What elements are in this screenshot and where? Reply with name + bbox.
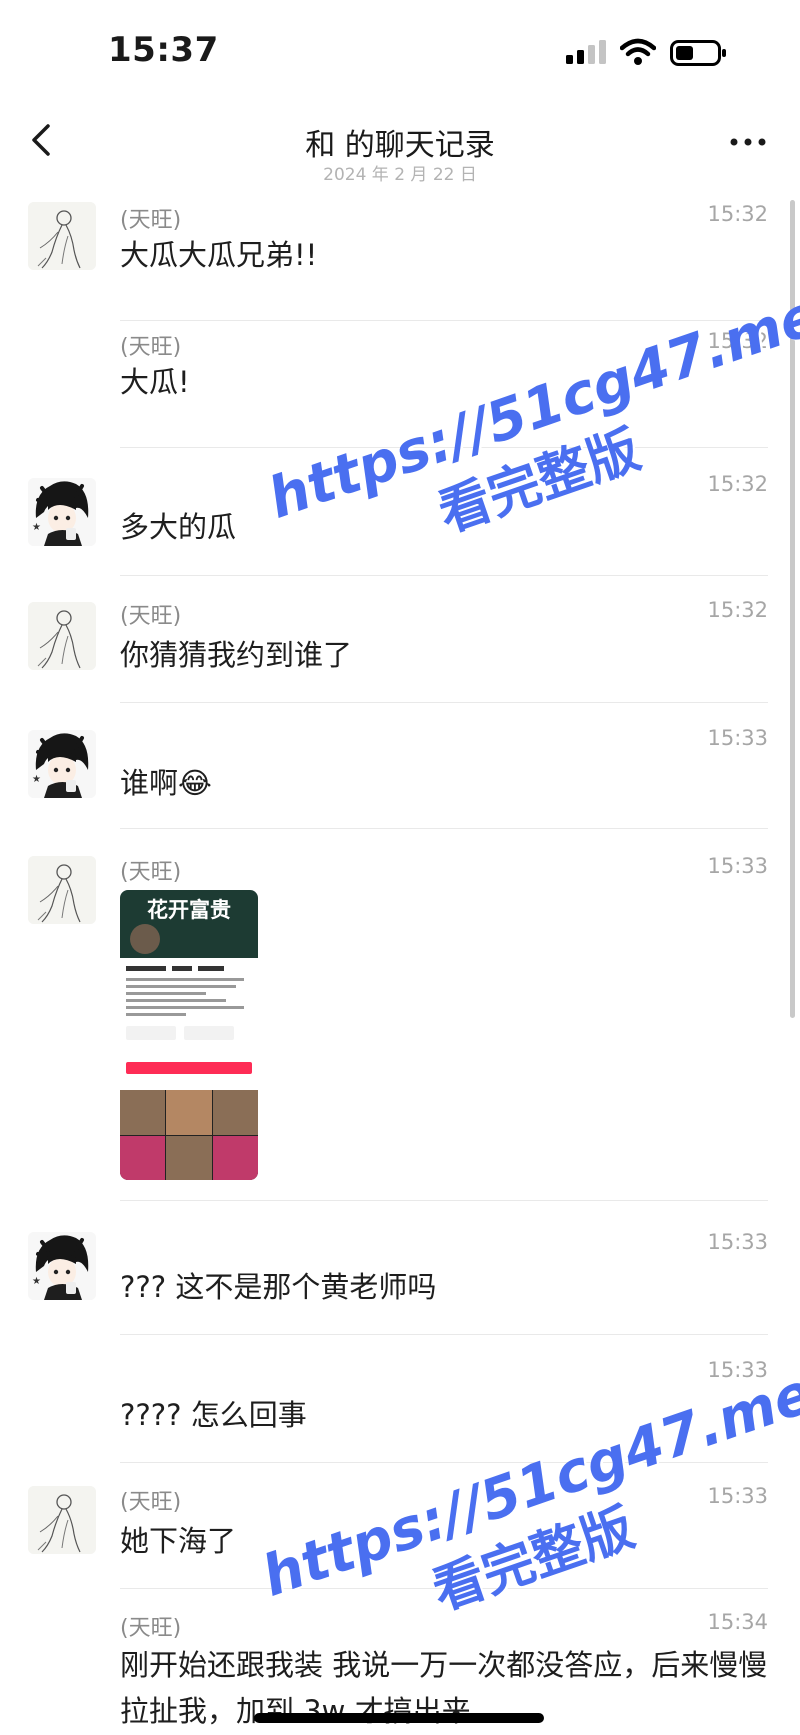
divider [120,1588,768,1589]
message-time: 15:32 [707,472,768,496]
message-item: (天旺) 15:33 花开富贵 [0,848,800,1208]
battery-icon [670,40,726,66]
avatar[interactable] [28,730,96,798]
message-time: 15:33 [707,1358,768,1382]
message-text: ???? 怎么回事 [120,1398,307,1432]
status-time: 15:37 [108,30,219,70]
message-text: 她下海了 [120,1524,237,1558]
avatar[interactable] [28,202,96,270]
home-indicator[interactable] [254,1713,544,1723]
avatar[interactable] [28,602,96,670]
message-time: 15:34 [707,1610,768,1634]
sender-name: (天旺) [120,1490,182,1515]
message-item: (天旺) 15:32 你猜猜我约到谁了 [0,580,800,703]
avatar[interactable] [28,856,96,924]
divider [120,702,768,703]
message-text: 大瓜! [120,365,190,399]
sender-name: (天旺) [120,604,182,629]
screenshot-title: 花开富贵 [147,898,231,922]
screenshot-profile-text [126,966,244,1040]
screenshot-follow-button [126,1062,252,1074]
message-item: 15:33 ???? 怎么回事 [0,1350,800,1470]
cellular-signal-icon [566,40,606,64]
status-bar: 15:37 [0,0,800,100]
chat-date: 2024 年 2 月 22 日 [323,165,477,185]
message-time: 15:33 [707,726,768,750]
divider [120,320,768,321]
divider [120,828,768,829]
screenshot-profile-avatar [130,924,160,954]
message-time: 15:32 [707,202,768,226]
divider [120,447,768,448]
sender-name: (天旺) [120,335,182,360]
message-text: ??? 这不是那个黄老师吗 [120,1270,437,1304]
message-time: 15:33 [707,854,768,878]
message-time: 15:33 [707,1230,768,1254]
message-text: 多大的瓜 [120,510,237,544]
avatar[interactable] [28,1486,96,1554]
divider [120,1200,768,1201]
avatar[interactable] [28,1232,96,1300]
page-title: 和 的聊天记录 [305,128,495,163]
more-options-icon[interactable] [720,122,780,162]
screenshot-header: 花开富贵 [120,890,258,958]
divider [120,1334,768,1335]
message-time: 15:33 [707,1484,768,1508]
message-time: 15:32 [707,329,768,353]
message-item: 15:33 ??? 这不是那个黄老师吗 [0,1222,800,1342]
message-item: (天旺) 15:33 她下海了 [0,1476,800,1596]
shared-screenshot[interactable]: 花开富贵 [120,890,258,1180]
sender-name: (天旺) [120,860,182,885]
screenshot-video-grid [120,1090,258,1180]
nav-bar: 和 的聊天记录 2024 年 2 月 22 日 [0,100,800,190]
message-item: (天旺) 15:32 大瓜! [0,327,800,448]
sender-name: (天旺) [120,1616,182,1641]
message-item: (天旺) 15:32 大瓜大瓜兄弟!! [0,200,800,321]
divider [120,1462,768,1463]
message-text: 大瓜大瓜兄弟!! [120,238,318,272]
message-text: 谁啊😂 [120,766,212,800]
message-item: 15:32 多大的瓜 [0,454,800,576]
divider [120,575,768,576]
wifi-icon [620,38,656,65]
message-text: 你猜猜我约到谁了 [120,638,353,672]
message-time: 15:32 [707,598,768,622]
sender-name: (天旺) [120,208,182,233]
message-item: 15:33 谁啊😂 [0,708,800,829]
avatar[interactable] [28,478,96,546]
